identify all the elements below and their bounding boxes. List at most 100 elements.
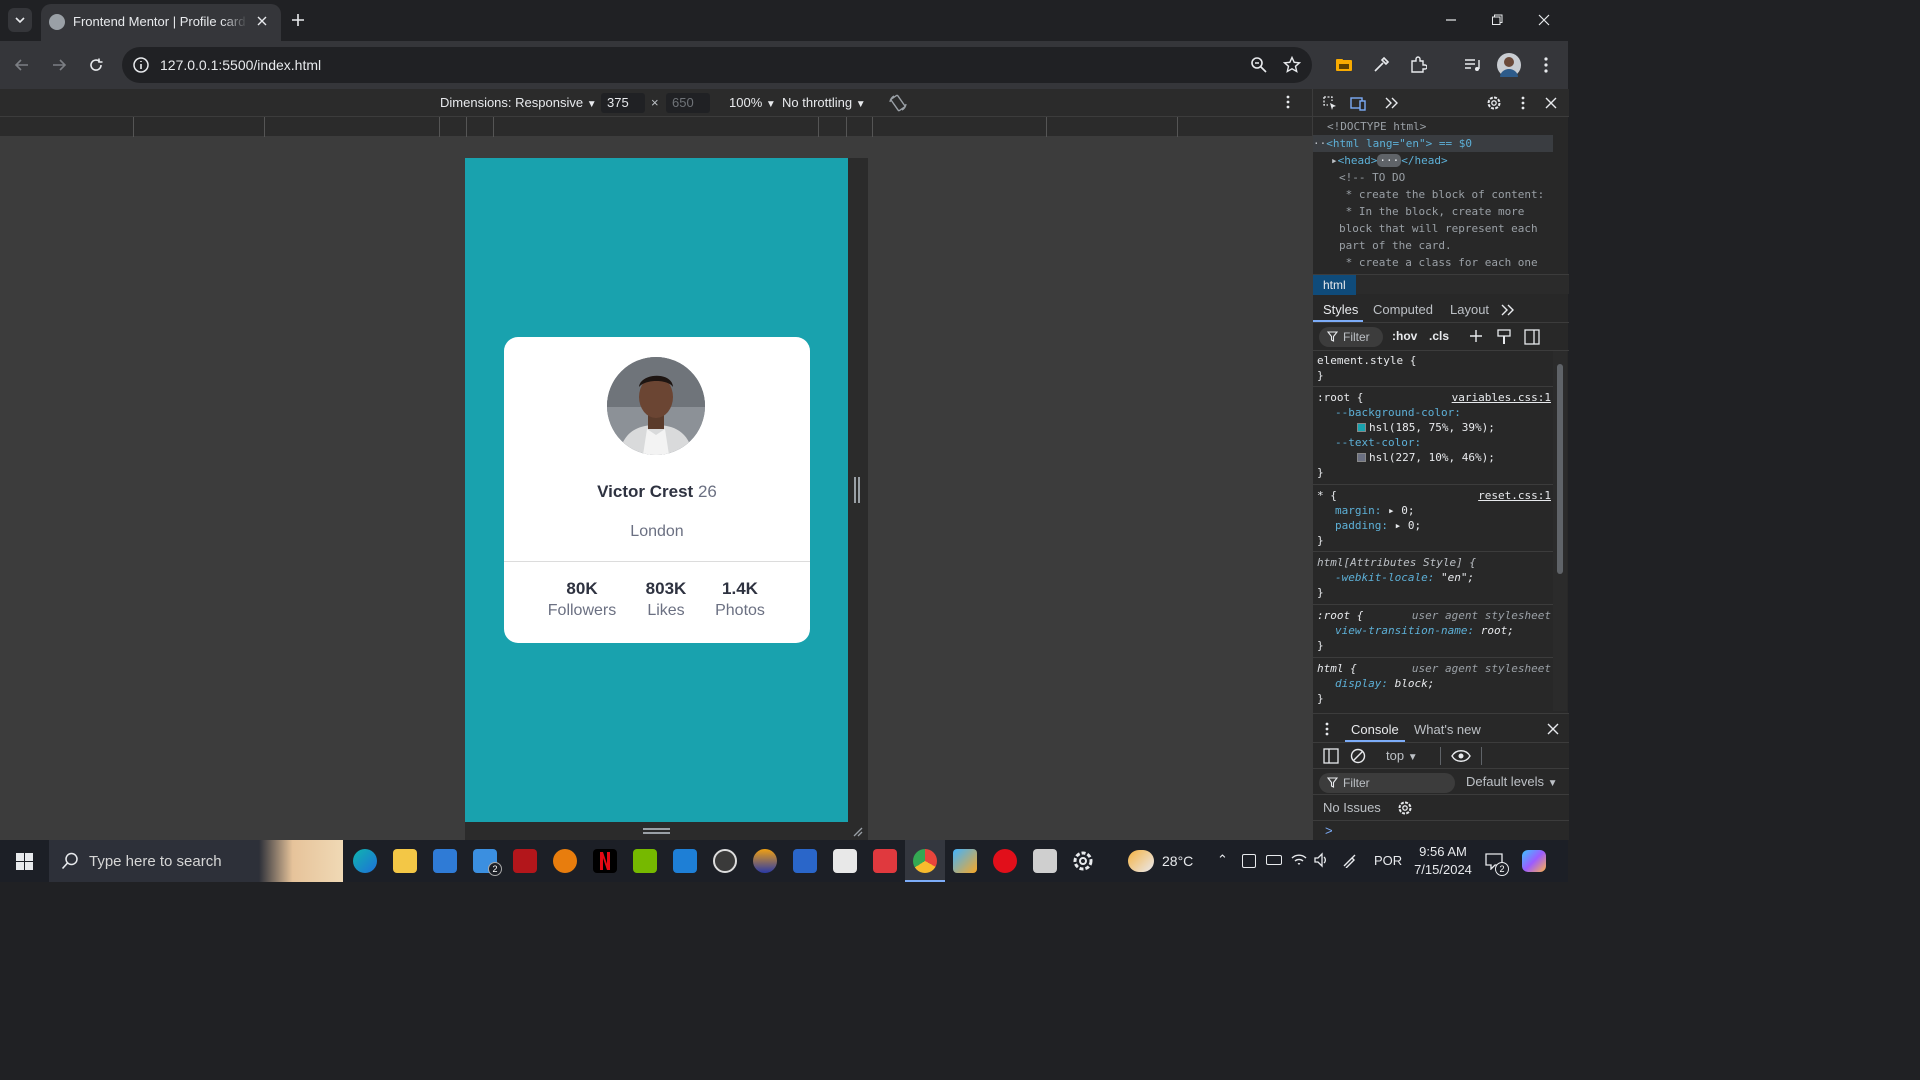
copilot-icon[interactable] [1522,850,1546,872]
forward-button[interactable] [47,53,71,77]
styles-filter-input[interactable]: Filter [1319,327,1383,347]
log-levels-dropdown[interactable]: Default levels ▼ [1466,774,1558,789]
paint-format-icon[interactable] [1497,329,1511,345]
youtube-music-app-icon[interactable] [993,849,1017,873]
clear-console-icon[interactable] [1350,748,1366,764]
css-declaration[interactable]: view-transition-name: root; [1317,623,1549,638]
tree-comment[interactable]: * create the block of content: [1339,186,1545,203]
drawer-menu-icon[interactable] [1325,722,1329,736]
wifi-icon[interactable] [1291,852,1307,868]
chrome-taskbar-active[interactable] [905,840,945,882]
live-expression-eye-icon[interactable] [1451,749,1471,763]
tray-app-icon[interactable] [1242,854,1256,868]
rule-source-link[interactable]: reset.css:1 [1478,488,1551,503]
toggle-sidebar-icon[interactable] [1524,329,1540,345]
tree-comment[interactable]: part of the card. [1339,237,1452,254]
styles-scrollbar-thumb[interactable] [1557,364,1563,574]
context-selector[interactable]: top ▼ [1386,748,1418,763]
css-declaration[interactable]: --background-color: [1317,405,1549,420]
issues-count[interactable]: No Issues [1323,800,1381,815]
rule-reset[interactable]: * { reset.css:1 margin: ▸ 0; padding: ▸ … [1313,486,1553,552]
height-input[interactable]: 650 [666,93,710,113]
rule-attributes-style[interactable]: html[Attributes Style] { -webkit-locale:… [1313,553,1553,605]
hov-toggle[interactable]: :hov [1392,329,1417,343]
css-declaration[interactable]: --text-color: [1317,435,1549,450]
minimize-button[interactable] [1441,10,1461,30]
throttling-dropdown[interactable]: No throttling ▼ [782,95,866,110]
back-button[interactable] [10,53,34,77]
vscode-app-icon[interactable] [673,849,697,873]
site-info-icon[interactable] [132,56,150,74]
new-tab-button[interactable] [288,10,308,30]
tab-computed[interactable]: Computed [1373,302,1433,317]
tab-layout[interactable]: Layout [1450,302,1489,317]
css-declaration[interactable]: margin: ▸ 0; [1317,503,1549,518]
tab-whats-new[interactable]: What's new [1414,722,1481,737]
app-icon[interactable] [753,849,777,873]
tree-line-selected[interactable]: ··<html lang="en"> == $0 [1313,135,1553,152]
battery-icon[interactable] [1266,855,1282,865]
width-input[interactable]: 375 [601,93,645,113]
temperature[interactable]: 28°C [1162,853,1193,869]
bookmark-star-icon[interactable] [1283,56,1301,74]
windows-start-icon[interactable] [16,853,33,870]
weather-icon[interactable] [1128,850,1154,872]
extensions-puzzle-icon[interactable] [1406,53,1430,77]
tab-close-button[interactable] [253,12,271,30]
app-icon[interactable] [953,849,977,873]
pen-icon[interactable] [1342,852,1358,868]
new-rule-icon[interactable] [1469,329,1485,345]
rule-source-link[interactable]: variables.css:1 [1452,390,1551,405]
elements-tree[interactable]: <!DOCTYPE html> ··<html lang="en"> == $0… [1313,117,1553,272]
clock-time[interactable]: 9:56 AM [1413,844,1473,859]
console-filter-input[interactable]: Filter [1319,773,1455,793]
rotate-icon[interactable] [888,93,908,113]
obs-app-icon[interactable] [713,849,737,873]
resize-corner-icon[interactable] [851,825,863,837]
tab-styles[interactable]: Styles [1323,302,1358,317]
browser-menu-icon[interactable] [1534,53,1558,77]
media-query-bar[interactable] [0,117,1312,137]
tree-comment[interactable]: * In the block, create more [1339,203,1525,220]
address-bar[interactable]: 127.0.0.1:5500/index.html [122,47,1312,83]
spreadsheet-app-icon[interactable] [793,849,817,873]
taskbar-search-box[interactable]: Type here to search [49,840,343,882]
issues-settings-gear-icon[interactable] [1397,800,1413,816]
rule-element-style[interactable]: element.style { } [1313,351,1553,387]
more-tabs-icon[interactable] [1383,94,1401,112]
nvidia-app-icon[interactable] [633,849,657,873]
browser-tab[interactable]: Frontend Mentor | Profile card c [41,4,281,41]
character-app-icon[interactable] [833,849,857,873]
app-icon[interactable] [1033,849,1057,873]
language-indicator[interactable]: POR [1374,853,1402,868]
settings-gear-icon[interactable] [1071,849,1095,873]
breadcrumb-item-html[interactable]: html [1313,275,1356,295]
eyedropper-extension-icon[interactable] [1369,53,1393,77]
edge-app-icon[interactable] [353,849,377,873]
media-controls-icon[interactable] [1460,53,1484,77]
tree-line[interactable]: <!DOCTYPE html> [1327,118,1426,135]
color-swatch[interactable] [1357,423,1366,432]
rule-root-variables[interactable]: :root { variables.css:1 --background-col… [1313,388,1553,485]
profile-avatar[interactable] [1497,53,1521,77]
file-explorer-app-icon[interactable] [393,849,417,873]
extension-folder-icon[interactable] [1332,53,1356,77]
tab-console[interactable]: Console [1351,722,1399,737]
dimensions-dropdown[interactable]: Dimensions: Responsive ▼ [440,95,597,110]
css-declaration[interactable]: padding: ▸ 0; [1317,518,1549,533]
close-window-button[interactable] [1534,10,1554,30]
clock-date[interactable]: 7/15/2024 [1410,862,1476,877]
devtools-menu-icon[interactable] [1514,94,1532,112]
acrobat-app-icon[interactable] [513,849,537,873]
tree-comment[interactable]: * create a class for each one [1339,254,1538,271]
zoom-dropdown[interactable]: 100% ▼ [729,95,776,110]
device-toolbar-menu-icon[interactable] [1286,95,1290,109]
styles-pane[interactable]: element.style { } :root { variables.css:… [1313,351,1553,711]
resize-handle-right[interactable] [854,477,860,503]
console-sidebar-icon[interactable] [1323,748,1339,764]
tab-search-button[interactable] [8,8,32,32]
resize-handle-bottom[interactable] [643,828,670,834]
volume-icon[interactable] [1313,852,1329,868]
tree-line[interactable]: ▸<head> ··· </head> [1331,152,1448,169]
console-prompt-row[interactable]: > [1313,820,1569,841]
